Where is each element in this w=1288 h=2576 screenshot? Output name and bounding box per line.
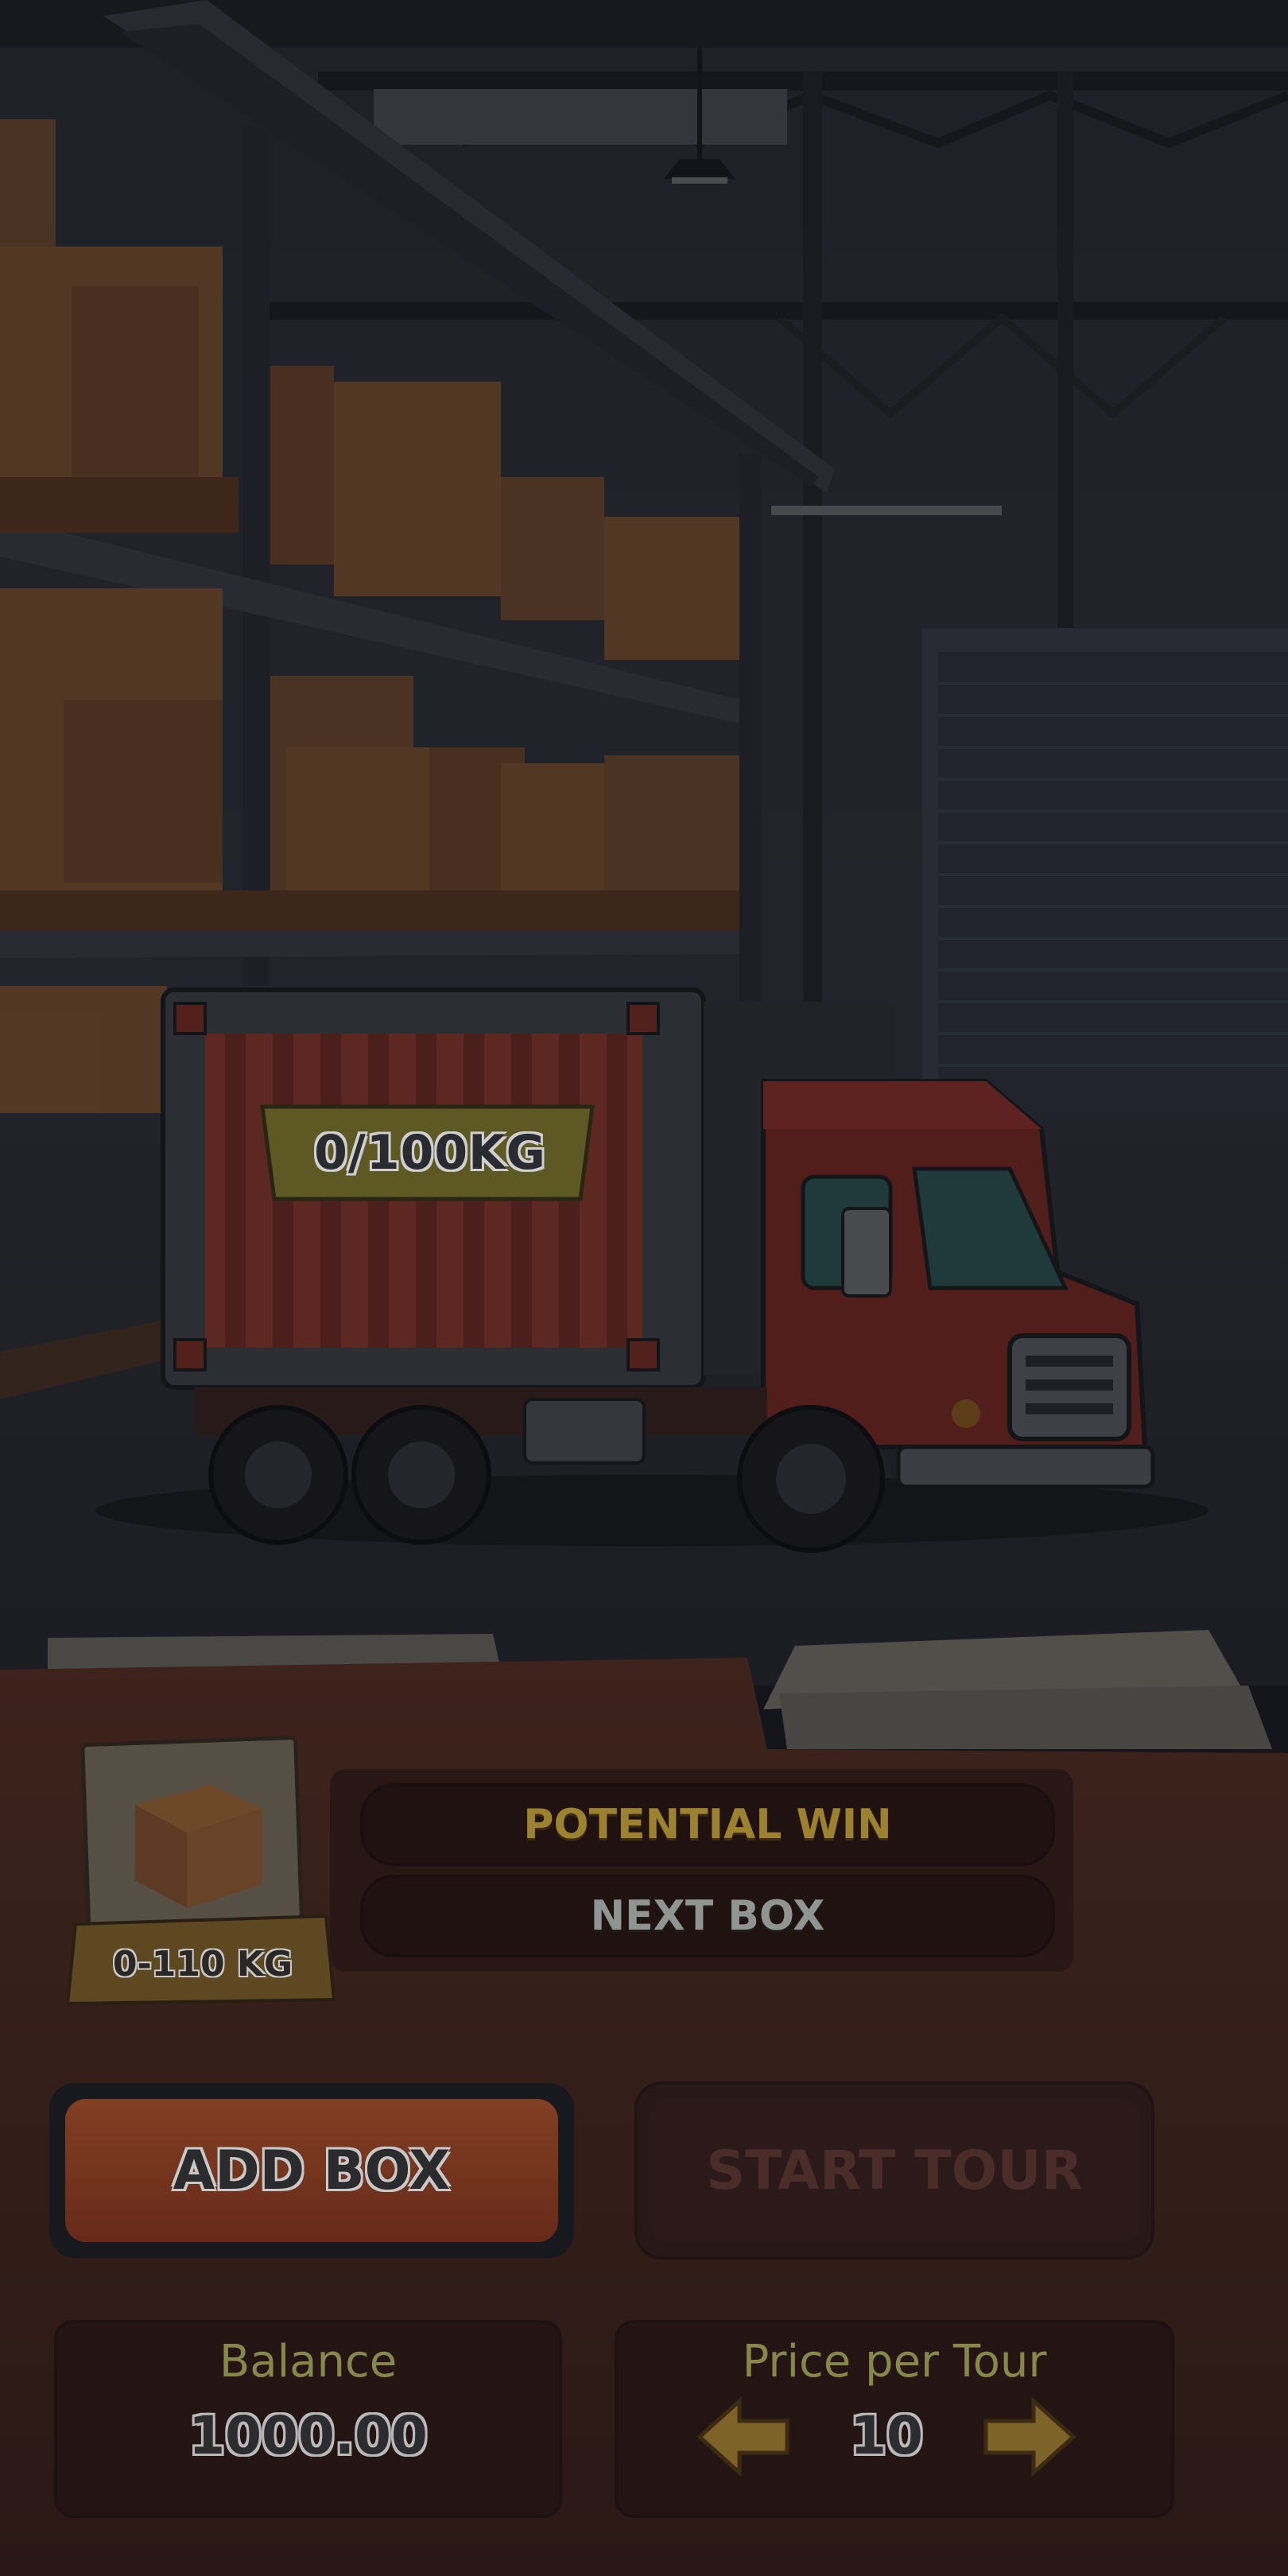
- balance-label: Balance: [219, 2335, 398, 2388]
- start-tour-button[interactable]: START TOUR: [648, 2099, 1141, 2242]
- box-weight-label: 0-110 KG: [112, 1943, 293, 1984]
- price-per-tour-value: 10: [850, 2404, 923, 2466]
- add-box-button[interactable]: ADD BOX: [65, 2099, 558, 2242]
- truck-cargo-label: 0/100KG: [314, 1125, 546, 1181]
- price-per-tour-label: Price per Tour: [742, 2335, 1047, 2388]
- next-box-label: NEXT BOX: [590, 1892, 825, 1940]
- arrow-right-icon[interactable]: [978, 2393, 1081, 2481]
- balance-value: 1000.00: [188, 2404, 428, 2466]
- arrow-left-icon[interactable]: [692, 2393, 795, 2481]
- potential-win-label: POTENTIAL WIN: [523, 1801, 892, 1849]
- cardboard-box-icon: [135, 1785, 262, 1908]
